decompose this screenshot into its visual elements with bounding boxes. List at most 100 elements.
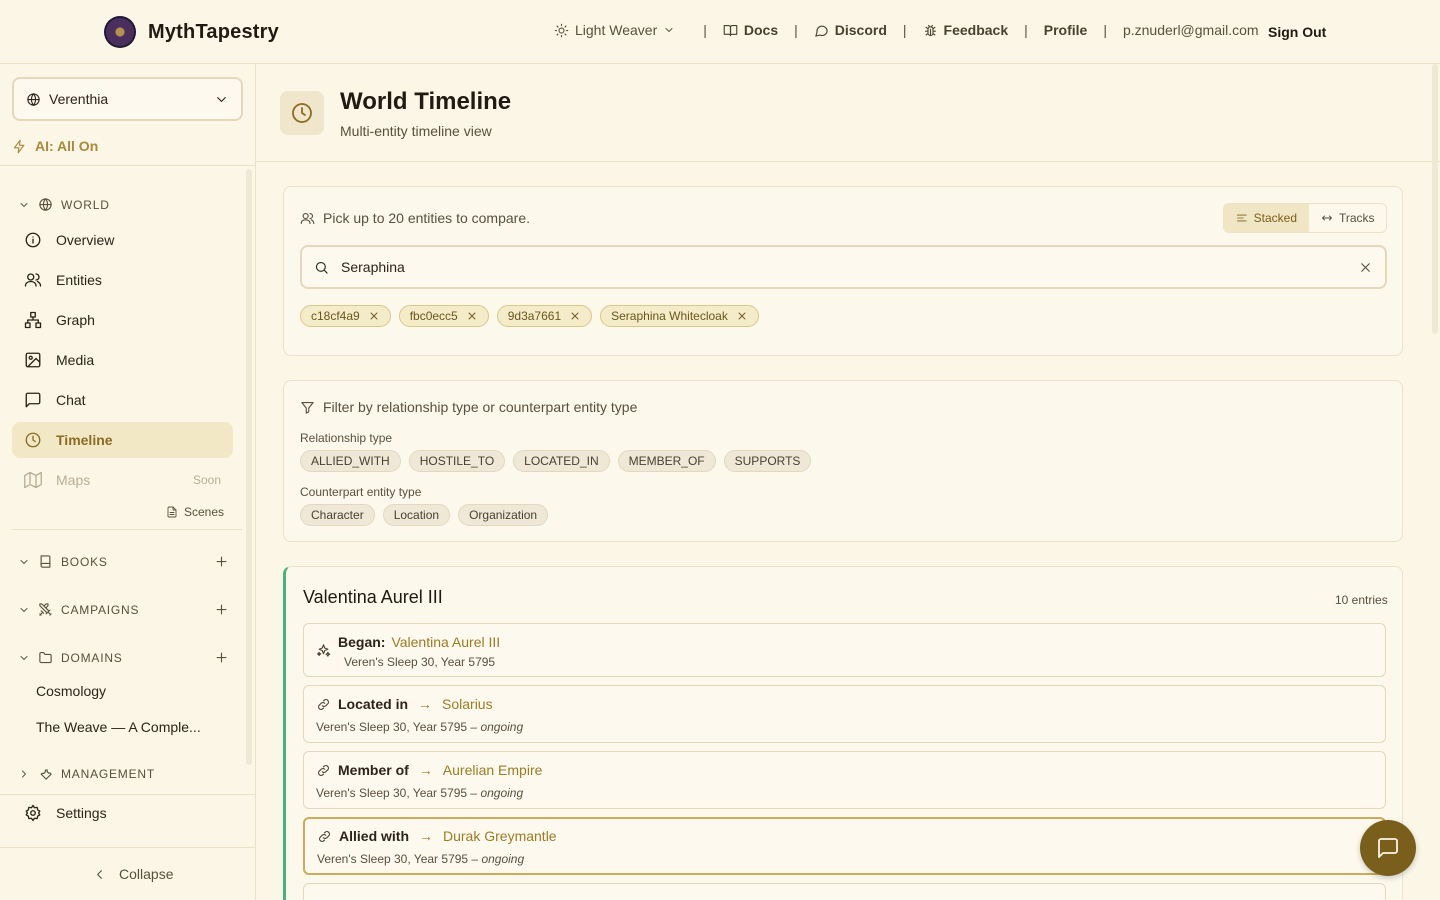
sidebar-item-graph[interactable]: Graph [12,302,233,338]
entity-chip[interactable]: 9d3a7661 [496,305,593,327]
entity-search-input[interactable]: Seraphina [300,245,1387,289]
close-icon[interactable] [368,310,380,322]
view-tracks-button[interactable]: Tracks [1309,204,1386,232]
entry-date-text: Veren's Sleep 30, Year 5795 – [316,786,478,800]
entry-date-text: Veren's Sleep 30, Year 5795 – [317,852,479,866]
feedback-label: Feedback [943,22,1009,38]
filter-pill[interactable]: SUPPORTS [723,450,812,472]
sun-icon [554,23,569,37]
feedback-link[interactable]: Feedback [923,22,1009,38]
entry-target-link[interactable]: Durak Greymantle [443,828,557,844]
sidebar-item-label: Maps [56,472,91,488]
close-icon[interactable] [736,310,748,322]
info-icon [25,232,41,248]
close-icon[interactable] [466,310,478,322]
view-stacked-label: Stacked [1253,211,1297,225]
arrow-right-glyph: → [419,828,433,844]
section-domains[interactable]: DOMAINS [18,650,227,665]
brand-logo[interactable] [104,16,136,48]
settings-link[interactable]: Settings [12,804,107,822]
entity-chip[interactable]: Seraphina Whitecloak [600,305,759,327]
sidebar-item-chat[interactable]: Chat [12,382,233,418]
map-icon [24,471,42,489]
section-world[interactable]: WORLD [18,197,110,212]
entity-chip[interactable]: c18cf4a9 [300,305,391,327]
entry-date-text: Veren's Sleep 30, Year 5795 [344,655,496,669]
timeline-entry-partial[interactable] [303,883,1386,900]
entry-date: Veren's Sleep 30, Year 5795 – ongoing [316,786,523,800]
close-icon[interactable] [1358,260,1373,275]
view-stacked-button[interactable]: Stacked [1224,204,1309,232]
selected-entities: c18cf4a9 fbc0ecc5 9d3a7661 Seraphina Whi… [300,305,759,327]
entry-status: ongoing [481,852,525,866]
entry-kind: Began: [338,634,386,650]
sidebar-item-media[interactable]: Media [12,342,233,378]
track-entity-name[interactable]: Valentina Aurel III [303,587,443,608]
entry-target-link[interactable]: Aurelian Empire [443,762,543,778]
filter-icon [301,401,314,414]
section-campaigns[interactable]: CAMPAIGNS [18,602,227,617]
globe-icon [27,92,40,106]
sidebar-divider [12,529,242,530]
theme-selector[interactable]: Light Weaver [554,22,675,38]
page-subtitle: Multi-entity timeline view [340,123,492,139]
entry-target-link[interactable]: Valentina Aurel III [391,634,500,650]
search-icon [315,261,328,274]
sign-out-button[interactable]: Sign Out [1268,24,1326,40]
view-toggle: Stacked Tracks [1223,203,1387,233]
plus-icon[interactable] [214,650,229,665]
sidebar-item-entities[interactable]: Entities [12,262,233,298]
filter-pill[interactable]: MEMBER_OF [617,450,716,472]
filter-card: Filter by relationship type or counterpa… [283,380,1403,542]
ai-toggle[interactable]: AI: All On [12,138,98,154]
main-scrollbar[interactable] [1432,64,1438,334]
view-tracks-label: Tracks [1339,211,1375,225]
search-value[interactable]: Seraphina [341,259,405,275]
close-icon[interactable] [569,310,581,322]
scenes-label: Scenes [184,505,225,519]
user-email: p.znuderl@gmail.com [1123,22,1259,38]
filter-pill[interactable]: LOCATED_IN [513,450,610,472]
chevron-left-icon [97,869,102,879]
users-icon [300,212,315,224]
timeline-entry[interactable]: Allied with → Durak Greymantle Veren's S… [303,817,1386,875]
section-books[interactable]: BOOKS [18,554,227,569]
sidebar-scrollbar[interactable] [246,169,252,765]
globe-icon [39,198,52,211]
folder-icon [39,651,52,664]
chip-label: c18cf4a9 [311,309,360,323]
sidebar-item-timeline[interactable]: Timeline [12,422,233,458]
profile-link[interactable]: Profile [1044,22,1088,38]
discord-link[interactable]: Discord [814,22,887,38]
section-domains-label: DOMAINS [61,650,123,665]
entry-main: Allied with → Durak Greymantle [339,828,557,844]
domain-item-cosmology[interactable]: Cosmology [36,683,106,699]
theme-label: Light Weaver [575,22,658,38]
timeline-entry[interactable]: Member of → Aurelian Empire Veren's Slee… [303,751,1386,809]
entity-chip[interactable]: fbc0ecc5 [398,305,489,327]
plus-icon[interactable] [214,554,229,569]
entry-target-link[interactable]: Solarius [442,696,493,712]
filter-pill[interactable]: ALLIED_WITH [300,450,401,472]
soon-badge: Soon [192,473,221,487]
chat-fab-button[interactable] [1360,820,1416,876]
chevron-down-icon [217,96,226,102]
brand-name[interactable]: MythTapestry [148,21,279,44]
collapse-button[interactable]: Collapse [92,866,173,882]
filter-pill[interactable]: HOSTILE_TO [408,450,506,472]
docs-label: Docs [743,22,779,38]
world-selector[interactable]: Verenthia [12,77,243,121]
timeline-entry[interactable]: Began: Valentina Aurel III Veren's Sleep… [303,623,1386,677]
plus-icon[interactable] [214,602,229,617]
section-management[interactable]: MANAGEMENT [18,766,155,781]
arrows-horizontal-icon [1322,215,1332,221]
timeline-entry[interactable]: Located in → Solarius Veren's Sleep 30, … [303,685,1386,743]
picker-label: Pick up to 20 entities to compare. [300,210,530,226]
filter-pill[interactable]: Character [300,504,375,526]
domain-item-weave[interactable]: The Weave — A Comple... [36,719,201,735]
filter-pill[interactable]: Organization [458,504,549,526]
docs-link[interactable]: Docs [723,22,778,38]
filter-pill[interactable]: Location [382,504,451,526]
sidebar-item-overview[interactable]: Overview [12,222,233,258]
scenes-link[interactable]: Scenes [166,505,224,519]
